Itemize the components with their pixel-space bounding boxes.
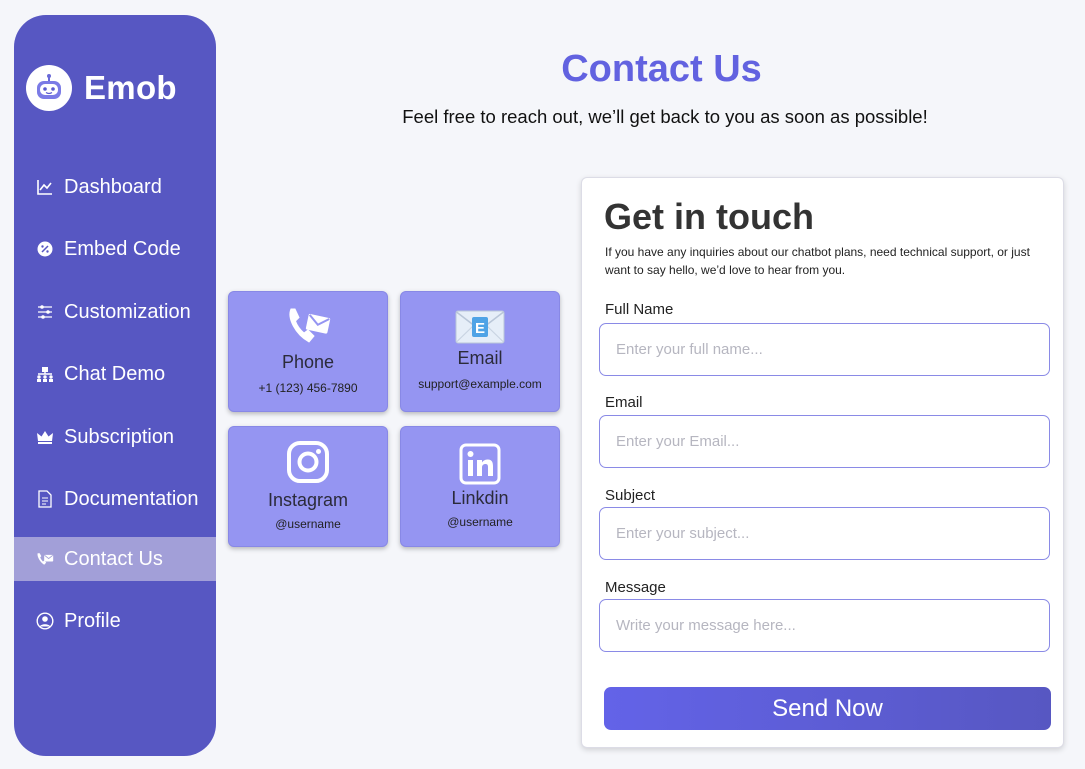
card-value: support@example.com: [418, 377, 542, 391]
sidebar-item-customization[interactable]: Customization: [14, 290, 216, 334]
envelope-icon: E: [401, 310, 559, 344]
document-icon: [36, 490, 54, 508]
user-circle-icon: [36, 612, 54, 630]
page-subtitle: Feel free to reach out, we’ll get back t…: [402, 106, 928, 127]
card-title: Instagram: [267, 490, 349, 510]
card-value: @username: [447, 515, 513, 529]
contact-phone-icon: [36, 550, 54, 568]
brand[interactable]: Emob: [26, 65, 177, 111]
form-title: Get in touch: [604, 196, 814, 237]
crown-icon: [36, 428, 54, 446]
card-title: Linkdin: [451, 488, 509, 508]
sidebar-item-contact-us[interactable]: Contact Us: [14, 537, 216, 581]
contact-card-email[interactable]: E Email support@example.com: [400, 291, 560, 412]
card-value: +1 (123) 456-7890: [258, 381, 358, 395]
instagram-icon: [229, 440, 387, 484]
email-label: Email: [605, 394, 643, 411]
sidebar: Emob Dashboard Embed Code Customization …: [14, 15, 216, 756]
email-input[interactable]: [599, 415, 1050, 468]
sidebar-item-label: Embed Code: [64, 237, 181, 260]
robot-icon: [26, 65, 72, 111]
svg-text:E: E: [475, 320, 485, 337]
message-label: Message: [605, 579, 666, 596]
contact-card-instagram[interactable]: Instagram @username: [228, 426, 388, 547]
contact-card-linkedin[interactable]: Linkdin @username: [400, 426, 560, 547]
sidebar-item-label: Dashboard: [64, 175, 162, 198]
sidebar-item-label: Profile: [64, 609, 121, 632]
sidebar-item-label: Subscription: [64, 425, 175, 448]
full-name-input[interactable]: [599, 323, 1050, 376]
sidebar-item-label: Customization: [64, 300, 191, 323]
sidebar-item-label: Contact Us: [64, 547, 163, 570]
full-name-label: Full Name: [605, 301, 674, 318]
form-description: If you have any inquiries about our chat…: [605, 245, 1030, 277]
contact-form-panel: Get in touch If you have any inquiries a…: [581, 177, 1064, 748]
message-input[interactable]: [599, 599, 1050, 652]
sidebar-item-dashboard[interactable]: Dashboard: [14, 165, 216, 209]
subject-input[interactable]: [599, 507, 1050, 560]
page-title: Contact Us: [561, 48, 762, 90]
card-value: @username: [275, 517, 341, 531]
sidebar-item-embed-code[interactable]: Embed Code: [14, 227, 216, 271]
card-title: Email: [457, 348, 503, 368]
sidebar-item-label: Documentation: [64, 487, 199, 510]
chart-line-icon: [36, 178, 54, 196]
sidebar-item-chat-demo[interactable]: Chat Demo: [14, 352, 216, 396]
sliders-icon: [36, 303, 54, 321]
subject-label: Subject: [605, 487, 656, 504]
phone-icon: [229, 306, 387, 346]
linkedin-icon: [401, 442, 559, 486]
group-icon: [36, 365, 54, 383]
sidebar-item-subscription[interactable]: Subscription: [14, 415, 216, 459]
percent-badge-icon: [36, 240, 54, 258]
brand-name: Emob: [84, 69, 177, 106]
contact-card-phone[interactable]: Phone +1 (123) 456-7890: [228, 291, 388, 412]
card-title: Phone: [281, 352, 335, 372]
sidebar-item-documentation[interactable]: Documentation: [14, 477, 216, 521]
send-now-button[interactable]: Send Now: [604, 687, 1051, 730]
sidebar-item-label: Chat Demo: [64, 362, 166, 385]
sidebar-item-profile[interactable]: Profile: [14, 599, 216, 643]
